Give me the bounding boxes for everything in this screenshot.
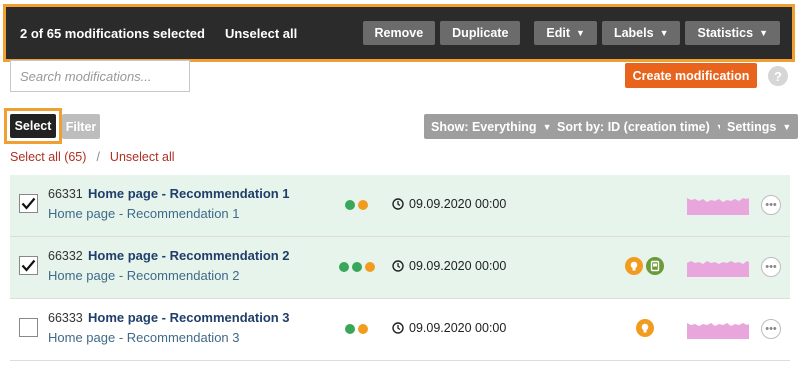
list-item[interactable]: 66332 Home page - Recommendation 2 Home … xyxy=(10,237,790,299)
ellipsis-icon: ••• xyxy=(765,198,777,211)
unselect-all-link[interactable]: Unselect all xyxy=(110,150,175,164)
show-dropdown[interactable]: Show: Everything ▼ xyxy=(424,114,559,139)
link-separator: / xyxy=(96,150,100,164)
row-checkbox[interactable] xyxy=(19,318,38,337)
status-dot-green xyxy=(345,200,355,210)
row-checkbox[interactable] xyxy=(19,194,38,213)
row-date-text: 09.09.2020 00:00 xyxy=(409,321,507,335)
sparkline-chart xyxy=(687,198,749,215)
edit-label: Edit xyxy=(546,26,571,40)
row-subtitle: Home page - Recommendation 1 xyxy=(48,206,240,221)
status-dot-orange xyxy=(358,200,368,210)
chevron-down-icon: ▼ xyxy=(576,28,585,38)
row-name[interactable]: Home page - Recommendation 3 xyxy=(88,310,290,325)
ellipsis-icon: ••• xyxy=(765,260,777,273)
status-dots xyxy=(339,262,378,272)
remove-button[interactable]: Remove xyxy=(362,21,436,45)
settings-label: Settings xyxy=(727,119,777,134)
row-id: 66332 xyxy=(48,249,83,263)
more-options-button[interactable]: ••• xyxy=(761,319,781,339)
select-links: Select all (65) / Unselect all xyxy=(10,150,175,164)
create-modification-button[interactable]: Create modification xyxy=(625,63,757,88)
sparkline-chart xyxy=(687,323,749,339)
statistics-label: Statistics xyxy=(697,26,754,40)
select-all-link[interactable]: Select all (65) xyxy=(10,150,86,164)
duplicate-button[interactable]: Duplicate xyxy=(440,21,521,45)
status-dot-green xyxy=(339,262,349,272)
chevron-down-icon: ▼ xyxy=(782,121,792,132)
selection-count: 2 of 65 modifications selected xyxy=(20,25,205,41)
row-name[interactable]: Home page - Recommendation 1 xyxy=(88,186,290,201)
selection-toolbar: 2 of 65 modifications selected Unselect … xyxy=(3,4,795,62)
row-date-text: 09.09.2020 00:00 xyxy=(409,259,507,273)
statistics-dropdown[interactable]: Statistics ▼ xyxy=(685,21,780,45)
more-options-button[interactable]: ••• xyxy=(761,195,781,215)
row-date: 09.09.2020 00:00 xyxy=(392,321,506,335)
lightbulb-icon xyxy=(625,257,643,275)
row-subtitle: Home page - Recommendation 2 xyxy=(48,268,240,283)
sparkline-chart xyxy=(687,261,749,277)
row-checkbox[interactable] xyxy=(19,256,38,275)
show-label: Show: Everything xyxy=(431,119,537,134)
settings-dropdown[interactable]: Settings ▼ xyxy=(720,114,799,139)
duplicate-label: Duplicate xyxy=(452,26,509,40)
select-button-highlight: Select xyxy=(4,108,62,144)
row-date: 09.09.2020 00:00 xyxy=(392,197,506,211)
row-date: 09.09.2020 00:00 xyxy=(392,259,506,273)
search-input[interactable] xyxy=(10,60,190,92)
sort-dropdown[interactable]: Sort by: ID (creation time)▼ xyxy=(550,114,732,139)
row-id: 66331 xyxy=(48,187,83,201)
lightbulb-icon xyxy=(636,319,654,337)
clock-icon xyxy=(392,260,404,272)
status-dot-orange xyxy=(365,262,375,272)
status-dot-green xyxy=(345,324,355,334)
row-subtitle: Home page - Recommendation 3 xyxy=(48,330,240,345)
row-badges xyxy=(625,257,667,275)
device-icon xyxy=(646,257,664,275)
select-button[interactable]: Select xyxy=(10,114,56,138)
clock-icon xyxy=(392,322,404,334)
checkmark-icon xyxy=(21,197,36,210)
status-dots xyxy=(345,200,371,210)
row-id: 66333 xyxy=(48,311,83,325)
unselect-all-button[interactable]: Unselect all xyxy=(225,26,297,41)
status-dots xyxy=(345,324,371,334)
list-item[interactable]: 66333 Home page - Recommendation 3 Home … xyxy=(10,299,790,361)
labels-dropdown[interactable]: Labels ▼ xyxy=(601,21,681,45)
remove-label: Remove xyxy=(374,26,424,40)
more-options-button[interactable]: ••• xyxy=(761,257,781,277)
filter-button[interactable]: Filter xyxy=(62,114,100,139)
ellipsis-icon: ••• xyxy=(765,322,777,335)
labels-label: Labels xyxy=(613,26,654,40)
clock-icon xyxy=(392,198,404,210)
edit-dropdown[interactable]: Edit ▼ xyxy=(534,21,597,45)
checkmark-icon xyxy=(21,259,36,272)
chevron-down-icon: ▼ xyxy=(759,28,768,38)
status-dot-orange xyxy=(358,324,368,334)
sort-label: Sort by: ID (creation time) xyxy=(557,119,710,134)
row-name[interactable]: Home page - Recommendation 2 xyxy=(88,248,290,263)
row-badges xyxy=(636,319,657,337)
row-date-text: 09.09.2020 00:00 xyxy=(409,197,507,211)
status-dot-green xyxy=(352,262,362,272)
chevron-down-icon: ▼ xyxy=(659,28,669,38)
list-item[interactable]: 66331 Home page - Recommendation 1 Home … xyxy=(10,175,790,237)
help-icon[interactable]: ? xyxy=(768,66,788,86)
